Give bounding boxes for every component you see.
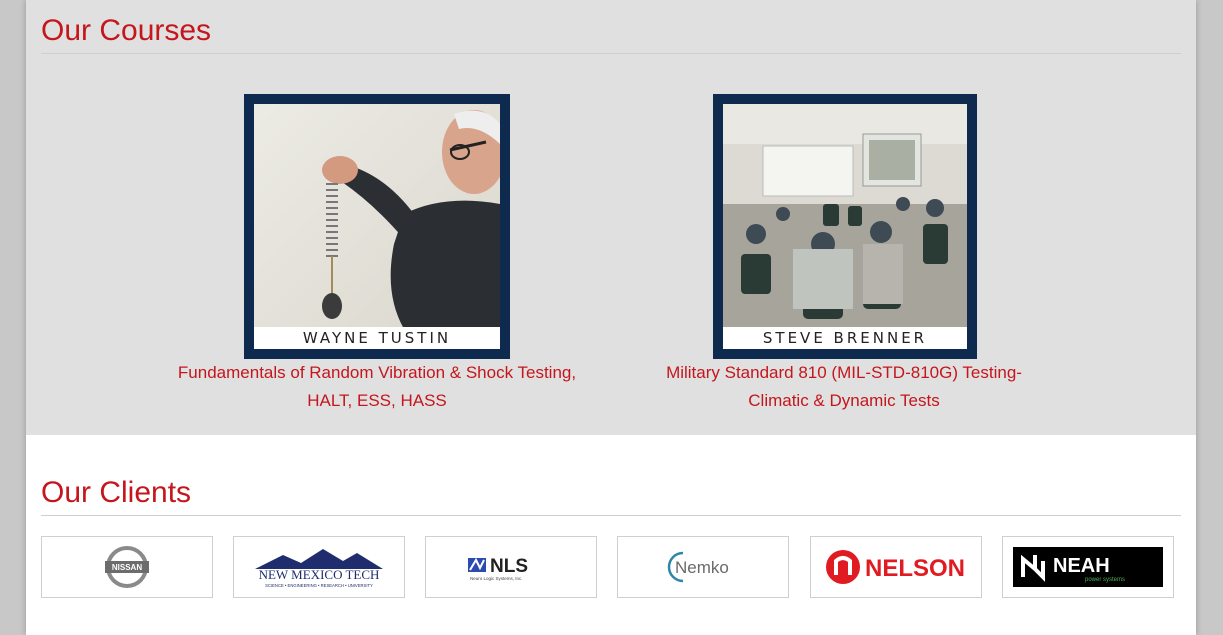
classroom-photo bbox=[723, 104, 967, 349]
page-container: Our Courses WAYNE TUSTIN Fundamentals of… bbox=[26, 0, 1196, 635]
nls-logo-text: NLS bbox=[490, 556, 528, 577]
courses-section: Our Courses WAYNE TUSTIN Fundamentals of… bbox=[26, 0, 1196, 435]
client-logo-new-mexico-tech[interactable]: NEW MEXICO TECH SCIENCE • ENGINEERING • … bbox=[233, 536, 405, 598]
nls-logo-subtext: Neuro Logic Systems, Inc. bbox=[470, 576, 523, 581]
nmt-logo-text: NEW MEXICO TECH bbox=[259, 567, 380, 582]
course-photo-brenner: STEVE BRENNER bbox=[723, 104, 967, 349]
nemko-logo-icon: Nemko bbox=[667, 551, 729, 583]
course-image-link-brenner[interactable]: STEVE BRENNER bbox=[713, 94, 977, 359]
nemko-logo-text: Nemko bbox=[675, 558, 729, 577]
nissan-logo-icon: NISSAN bbox=[105, 546, 149, 588]
client-logo-nemko[interactable]: Nemko bbox=[617, 536, 789, 598]
nmt-logo-subtext: SCIENCE • ENGINEERING • RESEARCH • UNIVE… bbox=[265, 583, 373, 588]
clients-heading: Our Clients bbox=[41, 476, 192, 509]
nelson-logo-icon: NELSON bbox=[826, 550, 965, 584]
instructor-name-plate: STEVE BRENNER bbox=[723, 327, 967, 349]
client-logo-nls[interactable]: NLS Neuro Logic Systems, Inc. bbox=[425, 536, 597, 598]
client-logo-neah[interactable]: NEAH power systems bbox=[1002, 536, 1174, 598]
nmt-logo-icon: NEW MEXICO TECH SCIENCE • ENGINEERING • … bbox=[255, 549, 383, 588]
course-photo-tustin: WAYNE TUSTIN bbox=[254, 104, 500, 349]
course-link-line1[interactable]: Fundamentals of Random Vibration & Shock… bbox=[156, 359, 598, 387]
nls-logo-icon: NLS Neuro Logic Systems, Inc. bbox=[468, 556, 528, 581]
course-image-link-tustin[interactable]: WAYNE TUSTIN bbox=[244, 94, 510, 359]
courses-heading: Our Courses bbox=[41, 14, 212, 47]
instructor-name-plate: WAYNE TUSTIN bbox=[254, 327, 500, 349]
instructor-photo bbox=[254, 104, 500, 349]
course-link-line2[interactable]: HALT, ESS, HASS bbox=[156, 387, 598, 415]
course-link-random-vibration[interactable]: Fundamentals of Random Vibration & Shock… bbox=[156, 359, 598, 415]
neah-logo-icon: NEAH power systems bbox=[1013, 547, 1163, 587]
course-link-mil-std-810[interactable]: Military Standard 810 (MIL-STD-810G) Tes… bbox=[634, 359, 1054, 415]
courses-divider bbox=[41, 53, 1181, 54]
clients-divider bbox=[41, 515, 1181, 516]
client-logo-nissan[interactable]: NISSAN bbox=[41, 536, 213, 598]
nissan-logo-text: NISSAN bbox=[112, 563, 142, 572]
neah-logo-text: NEAH bbox=[1053, 555, 1110, 577]
client-logo-nelson[interactable]: NELSON bbox=[810, 536, 982, 598]
course-link-line2[interactable]: Climatic & Dynamic Tests bbox=[634, 387, 1054, 415]
course-link-line1[interactable]: Military Standard 810 (MIL-STD-810G) Tes… bbox=[634, 359, 1054, 387]
neah-logo-subtext: power systems bbox=[1085, 577, 1125, 583]
nelson-logo-text: NELSON bbox=[865, 555, 965, 582]
